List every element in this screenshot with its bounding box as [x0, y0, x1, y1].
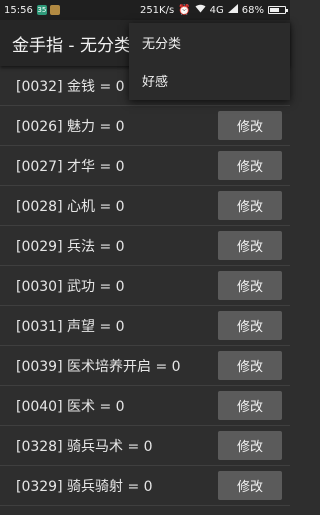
list-item: [0329] 骑兵骑射 = 0 修改: [0, 466, 290, 506]
list-item: [0328] 骑兵马术 = 0 修改: [0, 426, 290, 466]
list-item-label: [0032] 金钱 = 0: [16, 78, 125, 95]
list-item: [0028] 心机 = 0 修改: [0, 186, 290, 226]
list-item-label: [0031] 声望 = 0: [16, 318, 125, 335]
list-item-label: [0028] 心机 = 0: [16, 198, 125, 215]
list-item-label: [0040] 医术 = 0: [16, 398, 125, 415]
modify-button[interactable]: 修改: [218, 271, 282, 300]
page-title: 金手指 - 无分类: [12, 35, 131, 56]
list-item: [0030] 武功 = 0 修改: [0, 266, 290, 306]
list-item: [0027] 才华 = 0 修改: [0, 146, 290, 186]
status-bar: 15:56 35 251K/s ⏰ 4G 68%: [0, 0, 290, 20]
battery-icon: [268, 6, 288, 14]
cheat-list: [0032] 金钱 = 0 [0026] 魅力 = 0 修改 [0027] 才华…: [0, 66, 290, 506]
list-item-label: [0030] 武功 = 0: [16, 278, 125, 295]
battery-percent: 68%: [241, 4, 264, 16]
list-item: [0039] 医术培养开启 = 0 修改: [0, 346, 290, 386]
modify-button[interactable]: 修改: [218, 191, 282, 220]
modify-button[interactable]: 修改: [218, 471, 282, 500]
modify-button[interactable]: 修改: [218, 351, 282, 380]
list-item: [0031] 声望 = 0 修改: [0, 306, 290, 346]
modify-button[interactable]: 修改: [218, 111, 282, 140]
alarm-icon: ⏰: [178, 4, 191, 16]
list-item: [0029] 兵法 = 0 修改: [0, 226, 290, 266]
list-item-label: [0328] 骑兵马术 = 0: [16, 438, 153, 455]
list-item: [0026] 魅力 = 0 修改: [0, 106, 290, 146]
list-item-label: [0026] 魅力 = 0: [16, 118, 125, 135]
modify-button[interactable]: 修改: [218, 311, 282, 340]
wifi-icon: [195, 4, 206, 16]
modify-button[interactable]: 修改: [218, 391, 282, 420]
status-time: 15:56: [4, 4, 33, 16]
status-right: 251K/s ⏰ 4G 68%: [139, 4, 288, 16]
menu-item-favorability[interactable]: 好感: [129, 61, 290, 99]
list-item: [0040] 医术 = 0 修改: [0, 386, 290, 426]
signal-icon: [227, 4, 238, 16]
network-speed: 251K/s: [139, 4, 175, 16]
list-item-label: [0029] 兵法 = 0: [16, 238, 125, 255]
menu-item-uncategorized[interactable]: 无分类: [129, 23, 290, 61]
network-type: 4G: [209, 4, 224, 16]
app-notification-icon: 35: [36, 5, 47, 15]
category-dropdown-menu: 无分类 好感: [129, 23, 290, 100]
modify-button[interactable]: 修改: [218, 231, 282, 260]
list-item-label: [0329] 骑兵骑射 = 0: [16, 478, 153, 495]
list-item-label: [0039] 医术培养开启 = 0: [16, 358, 181, 375]
modify-button[interactable]: 修改: [218, 431, 282, 460]
list-item-label: [0027] 才华 = 0: [16, 158, 125, 175]
modify-button[interactable]: 修改: [218, 151, 282, 180]
image-notification-icon: [49, 5, 60, 15]
